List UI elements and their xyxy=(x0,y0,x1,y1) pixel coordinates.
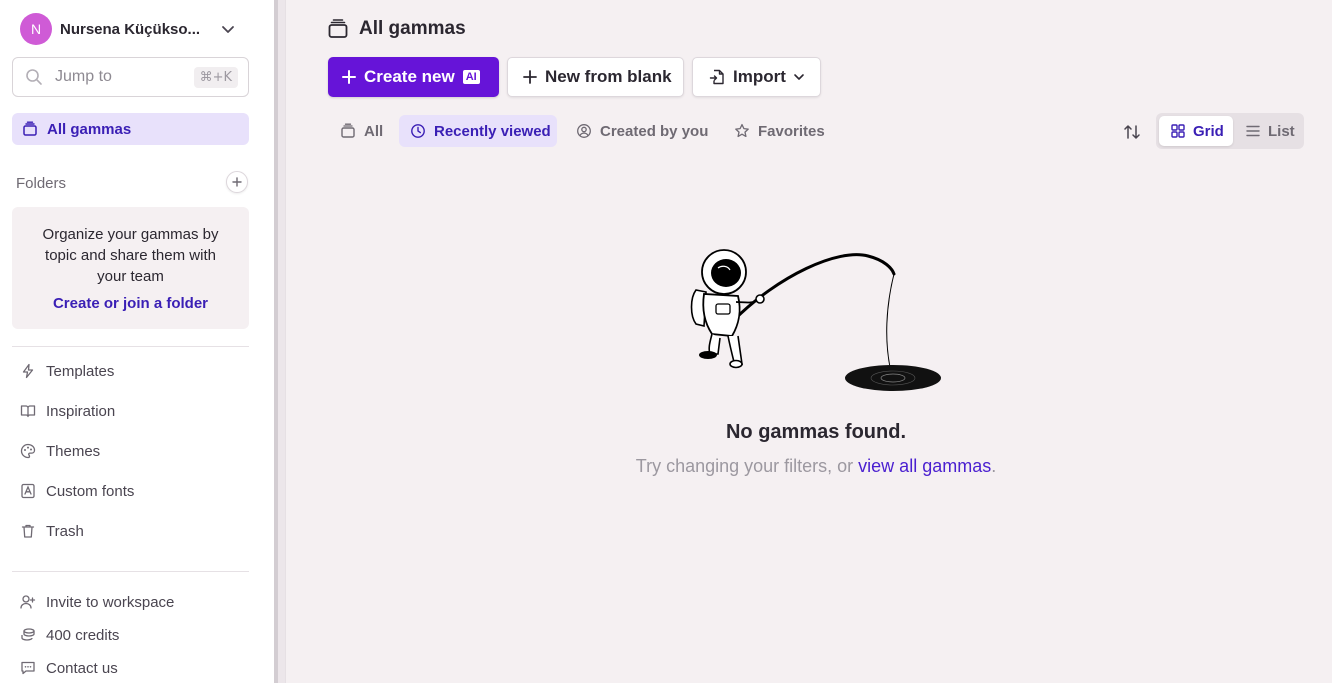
search-input[interactable]: Jump to ⌘+K xyxy=(12,57,249,97)
sidebar-item-inspiration[interactable]: Inspiration xyxy=(20,399,115,423)
clock-icon xyxy=(411,124,425,138)
view-list-label: List xyxy=(1268,122,1295,140)
bolt-icon xyxy=(22,363,34,379)
stack-icon xyxy=(328,19,348,38)
chevron-down-icon xyxy=(794,74,804,80)
sidebar-item-invite[interactable]: Invite to workspace xyxy=(20,590,174,614)
ai-badge: AI xyxy=(462,70,480,84)
search-icon xyxy=(26,69,42,85)
palette-icon xyxy=(20,443,36,459)
account-name: Nursena Küçükso... xyxy=(60,20,201,38)
new-from-blank-label: New from blank xyxy=(545,67,672,86)
sidebar-item-all-gammas[interactable]: All gammas xyxy=(12,113,249,145)
plus-icon xyxy=(342,70,356,84)
chevron-down-icon xyxy=(222,26,234,33)
search-placeholder: Jump to xyxy=(55,68,112,85)
coins-icon xyxy=(21,628,35,641)
sidebar-item-themes[interactable]: Themes xyxy=(20,439,100,463)
sidebar-item-templates[interactable]: Templates xyxy=(20,359,114,383)
sidebar-item-credits[interactable]: 400 credits xyxy=(20,623,119,647)
astronaut-fishing-illustration xyxy=(690,249,941,391)
sidebar-item-label: Custom fonts xyxy=(46,482,135,500)
sidebar-resize-handle[interactable] xyxy=(274,0,286,683)
view-grid-label: Grid xyxy=(1193,122,1224,140)
empty-state-title: No gammas found. xyxy=(725,421,906,443)
plus-icon xyxy=(232,177,242,187)
add-folder-button[interactable] xyxy=(226,171,248,193)
sort-icon[interactable] xyxy=(1122,122,1142,142)
sidebar-item-label: Templates xyxy=(46,362,115,380)
tab-label: Created by you xyxy=(600,122,709,140)
page-title: All gammas xyxy=(328,16,466,42)
folders-header: Folders xyxy=(16,175,67,192)
create-new-label: Create new xyxy=(364,67,455,86)
stack-icon xyxy=(23,121,37,136)
view-list-button[interactable]: List xyxy=(1234,116,1302,146)
tab-created-by-you[interactable]: Created by you xyxy=(565,115,715,147)
avatar: N xyxy=(20,13,52,45)
sidebar-item-label: Themes xyxy=(46,442,101,460)
user-circle-icon xyxy=(577,124,591,138)
new-from-blank-button[interactable]: New from blank xyxy=(507,57,684,97)
view-toggle: Grid List xyxy=(1156,113,1304,149)
star-icon xyxy=(735,123,749,138)
tab-recently-viewed[interactable]: Recently viewed xyxy=(399,115,557,147)
trash-icon xyxy=(21,524,35,538)
view-grid-button[interactable]: Grid xyxy=(1159,116,1233,146)
tab-label: All xyxy=(364,122,384,140)
plus-icon xyxy=(523,70,537,84)
import-label: Import xyxy=(733,67,786,86)
sidebar-divider xyxy=(12,571,249,572)
user-plus-icon xyxy=(20,595,36,609)
stack-icon xyxy=(341,123,355,138)
sidebar-item-label: Contact us xyxy=(46,659,118,677)
sidebar-item-label: Invite to workspace xyxy=(46,593,175,611)
empty-state-message: Try changing your filters, or view all g… xyxy=(540,456,1092,477)
search-shortcut: ⌘+K xyxy=(193,67,238,88)
empty-state-text: Try changing your filters, or xyxy=(635,456,859,476)
import-button[interactable]: Import xyxy=(692,57,821,97)
folders-empty-text: Organize your gammas by topic and share … xyxy=(42,226,219,285)
folders-empty-card: Organize your gammas by topic and share … xyxy=(12,207,249,329)
sidebar-item-label: Inspiration xyxy=(46,402,116,420)
sidebar: N Nursena Küçükso... Jump to ⌘+K All gam… xyxy=(0,0,274,683)
sidebar-item-custom-fonts[interactable]: Custom fonts xyxy=(20,479,134,503)
create-folder-link[interactable]: Create or join a folder xyxy=(12,295,249,312)
sidebar-item-trash[interactable]: Trash xyxy=(20,519,84,543)
list-icon xyxy=(1246,125,1260,137)
sidebar-item-label: 400 credits xyxy=(46,626,120,644)
sidebar-item-label: Trash xyxy=(46,522,84,540)
import-icon xyxy=(709,69,724,85)
grid-icon xyxy=(1171,124,1185,138)
book-icon xyxy=(20,405,36,418)
sidebar-item-label: All gammas xyxy=(47,120,132,138)
tab-all[interactable]: All xyxy=(328,115,390,147)
view-all-gammas-link[interactable]: view all gammas xyxy=(858,456,991,476)
page-title-text: All gammas xyxy=(359,18,466,39)
tab-label: Favorites xyxy=(758,122,825,140)
empty-state-suffix: . xyxy=(991,456,997,476)
sidebar-divider xyxy=(12,346,249,347)
account-switcher[interactable]: N Nursena Küçükso... xyxy=(20,13,240,45)
tab-label: Recently viewed xyxy=(434,122,551,140)
tab-favorites[interactable]: Favorites xyxy=(723,115,835,147)
create-new-button[interactable]: Create new AI xyxy=(328,57,499,97)
font-icon xyxy=(21,483,35,499)
sidebar-item-contact[interactable]: Contact us xyxy=(20,656,118,680)
message-icon xyxy=(21,661,35,675)
